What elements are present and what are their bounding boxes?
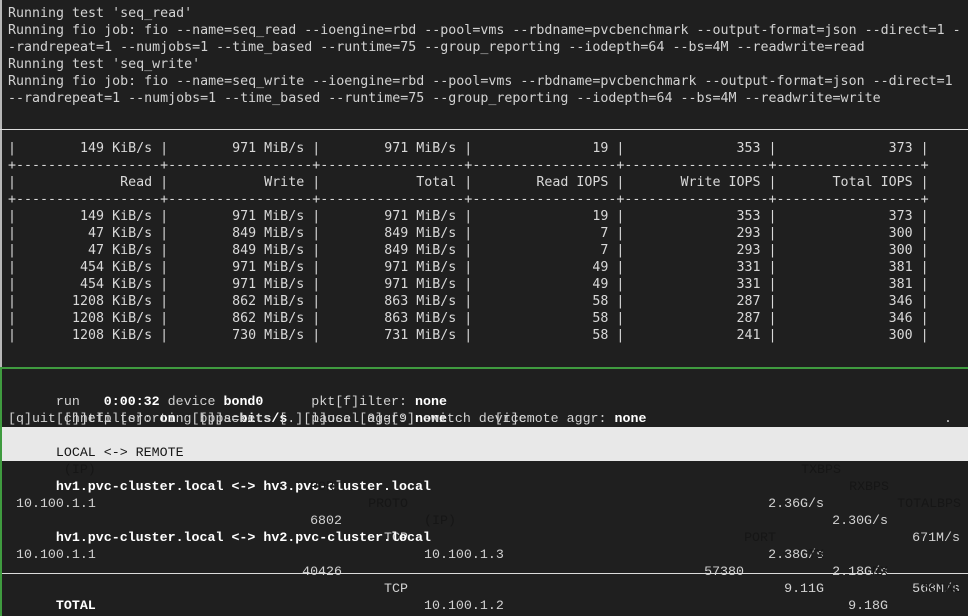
table-header-row: | Read | Write | Total | Read IOPS | Wri… [8, 174, 929, 191]
port-column-label: PORT [242, 478, 342, 495]
remote-ip: 10.100.1.3 [424, 546, 504, 563]
pane-border-left-active [0, 369, 2, 616]
table-row: | 149 KiB/s | 971 MiB/s | 971 MiB/s | 19… [8, 208, 929, 225]
fio-output-line: Running test 'seq_write' [8, 56, 200, 73]
connection-tx-total: 9.11G [704, 580, 824, 597]
remote-port-column-label: PORT [656, 529, 776, 546]
table-row: | 47 KiB/s | 849 MiB/s | 849 MiB/s | 7 |… [8, 242, 929, 259]
jnettop-status-line-filters: [c]ntfilter: on [b]ps=bits/s [l]ocal agg… [8, 393, 646, 410]
table-row: | 1208 KiB/s | 730 MiB/s | 731 MiB/s | 5… [8, 327, 929, 344]
local-port: 40426 [242, 563, 342, 580]
connection-totalbps: 671M/s [840, 529, 960, 546]
connection-hosts: hv1.pvc-cluster.local <-> hv2.pvc-cluste… [56, 530, 431, 545]
jnettop-status-line-run: run 0:00:32 device bond0 pkt[f]ilter: no… [8, 376, 447, 393]
table-summary-row: | 149 KiB/s | 971 MiB/s | 971 MiB/s | 19… [8, 140, 929, 157]
ip-column-label: (IP) [56, 462, 96, 477]
fio-output-line: -randrepeat=1 --numjobs=1 --time_based -… [8, 39, 865, 56]
fio-output-line: Running fio job: fio --name=seq_write --… [8, 73, 953, 90]
remote-port: 57380 [624, 563, 744, 580]
connection-txbps: 2.36G/s [704, 495, 824, 512]
jnettop-header-row-1: LOCAL <-> REMOTE TXBPS RXBPS TOTALBPS [8, 427, 184, 444]
jnettop-keybind-line: [q]uit [h]elp [s]orting [p]ackets [.] pa… [8, 410, 527, 427]
tx-column-label: TX [704, 546, 824, 563]
totalbps-column-label: TOTALBPS [841, 495, 961, 512]
pane-divider-green [0, 367, 968, 369]
fio-output-line: Running test 'seq_read' [8, 5, 192, 22]
proto-column-label: PROTO [358, 495, 408, 512]
protocol: TCP [358, 580, 408, 597]
pane-divider-top [0, 129, 968, 130]
fio-output-pane: Running test 'seq_read' Running fio job:… [8, 5, 968, 129]
connection-rx-total: 9.18G [768, 597, 888, 614]
total-label: TOTAL [56, 598, 96, 613]
connection-row-hosts: hv1.pvc-cluster.local <-> hv2.pvc-cluste… [8, 512, 431, 529]
fio-output-line: --randrepeat=1 --numjobs=1 --time_based … [8, 90, 881, 107]
table-row: | 454 KiB/s | 971 MiB/s | 971 MiB/s | 49… [8, 276, 929, 293]
rxbps-column-label: RXBPS [769, 478, 889, 495]
remote-ip-column-label: (IP) [424, 512, 456, 529]
terminal-screen[interactable]: Running test 'seq_read' Running fio job:… [0, 0, 968, 616]
table-row: | 1208 KiB/s | 862 MiB/s | 863 MiB/s | 5… [8, 293, 929, 310]
benchmark-table-pane: | 149 KiB/s | 971 MiB/s | 971 MiB/s | 19… [8, 140, 968, 360]
txbps-column-label: TXBPS [721, 461, 841, 478]
total-column-label: TOTAL [841, 580, 961, 597]
table-row: | 454 KiB/s | 971 MiB/s | 971 MiB/s | 49… [8, 259, 929, 276]
cursor-dot: . [944, 410, 952, 427]
pane-border-left-inactive [0, 0, 2, 367]
table-row: | 47 KiB/s | 849 MiB/s | 849 MiB/s | 7 |… [8, 225, 929, 242]
fio-output-line: Running fio job: fio --name=seq_read --i… [8, 22, 961, 39]
table-separator: +------------------+------------------+-… [8, 191, 929, 208]
connection-rxbps: 2.30G/s [768, 512, 888, 529]
jnettop-pane: run 0:00:32 device bond0 pkt[f]ilter: no… [8, 376, 968, 616]
jnettop-header-row-2: (IP) PORT PROTO (IP) PORT TX RX TOTAL [8, 444, 96, 461]
remote-ip: 10.100.1.2 [424, 597, 504, 614]
remote-aggr-value: none [615, 411, 647, 426]
rx-column-label: RX [768, 563, 888, 580]
table-row: | 1208 KiB/s | 862 MiB/s | 863 MiB/s | 5… [8, 310, 929, 327]
table-separator: +------------------+------------------+-… [8, 157, 929, 174]
